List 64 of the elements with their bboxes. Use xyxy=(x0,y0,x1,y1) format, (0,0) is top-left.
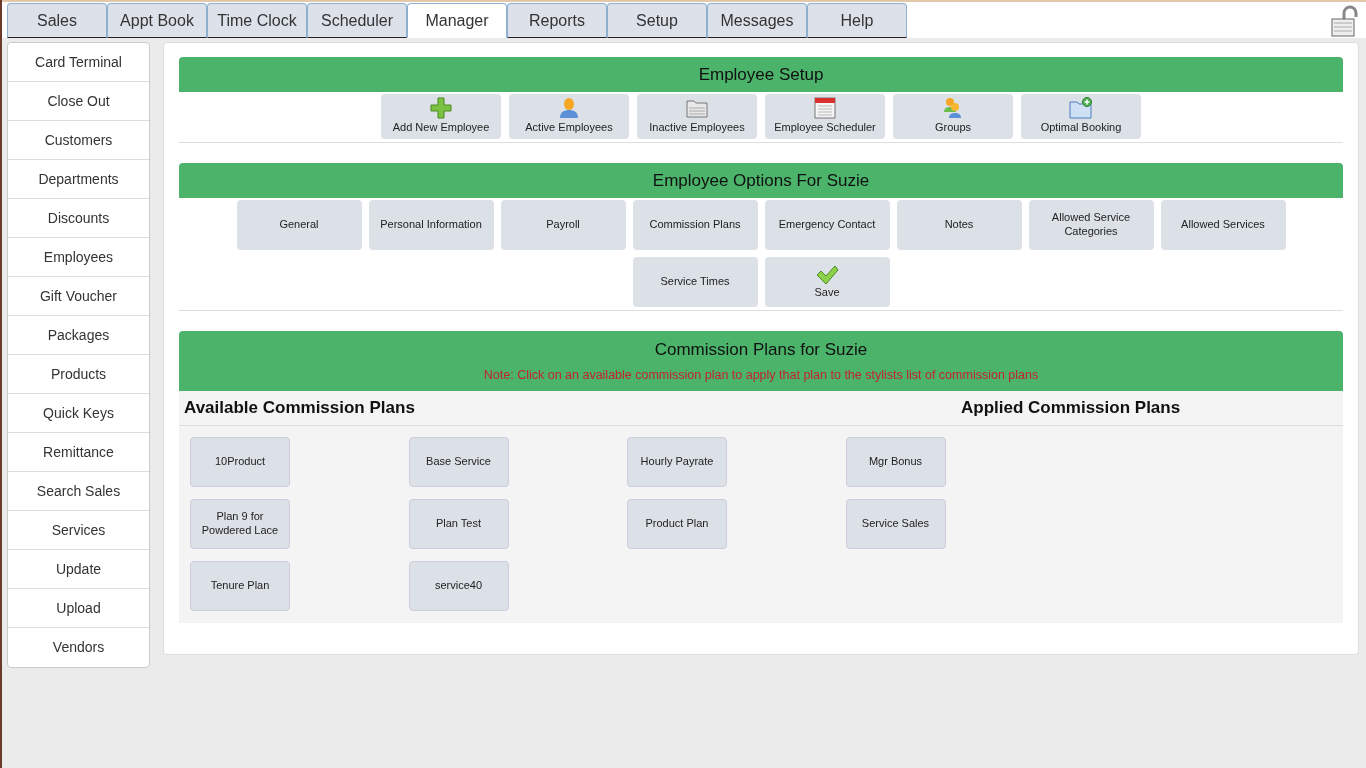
plan-button[interactable]: Service Sales xyxy=(845,499,946,549)
checkmark-icon xyxy=(815,264,839,287)
toolbar-button[interactable]: Inactive Employees xyxy=(637,94,757,139)
sidebar-item[interactable]: Upload xyxy=(8,589,149,628)
nav-tab[interactable]: Reports xyxy=(507,3,607,38)
plan-button[interactable]: Hourly Payrate xyxy=(627,437,727,487)
option-button[interactable]: Payroll xyxy=(500,200,626,250)
toolbar-button[interactable]: Optimal Booking xyxy=(1021,94,1141,139)
sidebar-item[interactable]: Departments xyxy=(8,160,149,199)
toolbar-button[interactable]: Add New Employee xyxy=(381,94,501,139)
sidebar-item[interactable]: Card Terminal xyxy=(8,43,149,82)
sidebar-item[interactable]: Products xyxy=(8,355,149,394)
sidebar-item[interactable]: Search Sales xyxy=(8,472,149,511)
sidebar-item[interactable]: Customers xyxy=(8,121,149,160)
person-icon xyxy=(557,97,581,120)
toolbar-button[interactable]: Groups xyxy=(893,94,1013,139)
sidebar-item[interactable]: Close Out xyxy=(8,82,149,121)
section-title: Employee Setup xyxy=(697,63,825,86)
plan-button[interactable]: service40 xyxy=(408,561,509,611)
option-button[interactable]: Save xyxy=(764,257,890,307)
plan-button[interactable]: Mgr Bonus xyxy=(845,437,946,487)
plan-button[interactable]: Product Plan xyxy=(627,499,727,549)
nav-tab[interactable]: Manager xyxy=(407,3,507,38)
calendar-icon xyxy=(813,97,837,120)
plus-icon xyxy=(429,97,453,120)
sidebar-item[interactable]: Employees xyxy=(8,238,149,277)
option-button[interactable]: General xyxy=(236,200,362,250)
folder-plus-icon xyxy=(1069,97,1093,120)
column-heading: Available Commission Plans xyxy=(184,397,416,420)
sidebar-item[interactable]: Gift Voucher xyxy=(8,277,149,316)
plan-button[interactable]: 10Product xyxy=(190,437,290,487)
toolbar-button[interactable]: Employee Scheduler xyxy=(765,94,885,139)
nav-tab[interactable]: Setup xyxy=(607,3,707,38)
nav-tab[interactable]: Time Clock xyxy=(207,3,307,38)
nav-tab[interactable]: Messages xyxy=(707,3,807,38)
sidebar-item[interactable]: Update xyxy=(8,550,149,589)
section-title: Commission Plans for Suzie xyxy=(654,339,868,362)
plan-button[interactable]: Base Service xyxy=(408,437,509,487)
option-button[interactable]: Commission Plans xyxy=(632,200,758,250)
section-title: Employee Options For Suzie xyxy=(651,169,871,192)
note-text: Note: Click on an available commission plan to apply that plan to the stylists list of commission plans xyxy=(483,366,1039,384)
option-button[interactable]: Notes xyxy=(896,200,1022,250)
plan-button[interactable]: Tenure Plan xyxy=(190,561,290,611)
sidebar-item[interactable]: Vendors xyxy=(8,628,149,667)
nav-tab[interactable]: Help xyxy=(807,3,907,38)
option-button[interactable]: Emergency Contact xyxy=(764,200,890,250)
sidebar-item[interactable]: Services xyxy=(8,511,149,550)
option-button[interactable]: Personal Information xyxy=(368,200,494,250)
nav-tab[interactable]: Appt Book xyxy=(107,3,207,38)
plan-button[interactable]: Plan Test xyxy=(408,499,509,549)
nav-tab[interactable]: Sales xyxy=(7,3,107,38)
sidebar-item[interactable]: Remittance xyxy=(8,433,149,472)
sidebar-item[interactable]: Discounts xyxy=(8,199,149,238)
option-button[interactable]: Service Times xyxy=(632,257,758,307)
option-button[interactable]: Allowed Service Categories xyxy=(1028,200,1154,250)
toolbar-button[interactable]: Active Employees xyxy=(509,94,629,139)
nav-tab[interactable]: Scheduler xyxy=(307,3,407,38)
folder-icon xyxy=(685,97,709,120)
padlock-icon[interactable] xyxy=(1330,5,1360,37)
sidebar-item[interactable]: Quick Keys xyxy=(8,394,149,433)
sidebar-item[interactable]: Packages xyxy=(8,316,149,355)
option-button[interactable]: Allowed Services xyxy=(1160,200,1286,250)
plan-button[interactable]: Plan 9 for Powdered Lace xyxy=(190,499,290,549)
column-heading: Applied Commission Plans xyxy=(961,397,1181,420)
